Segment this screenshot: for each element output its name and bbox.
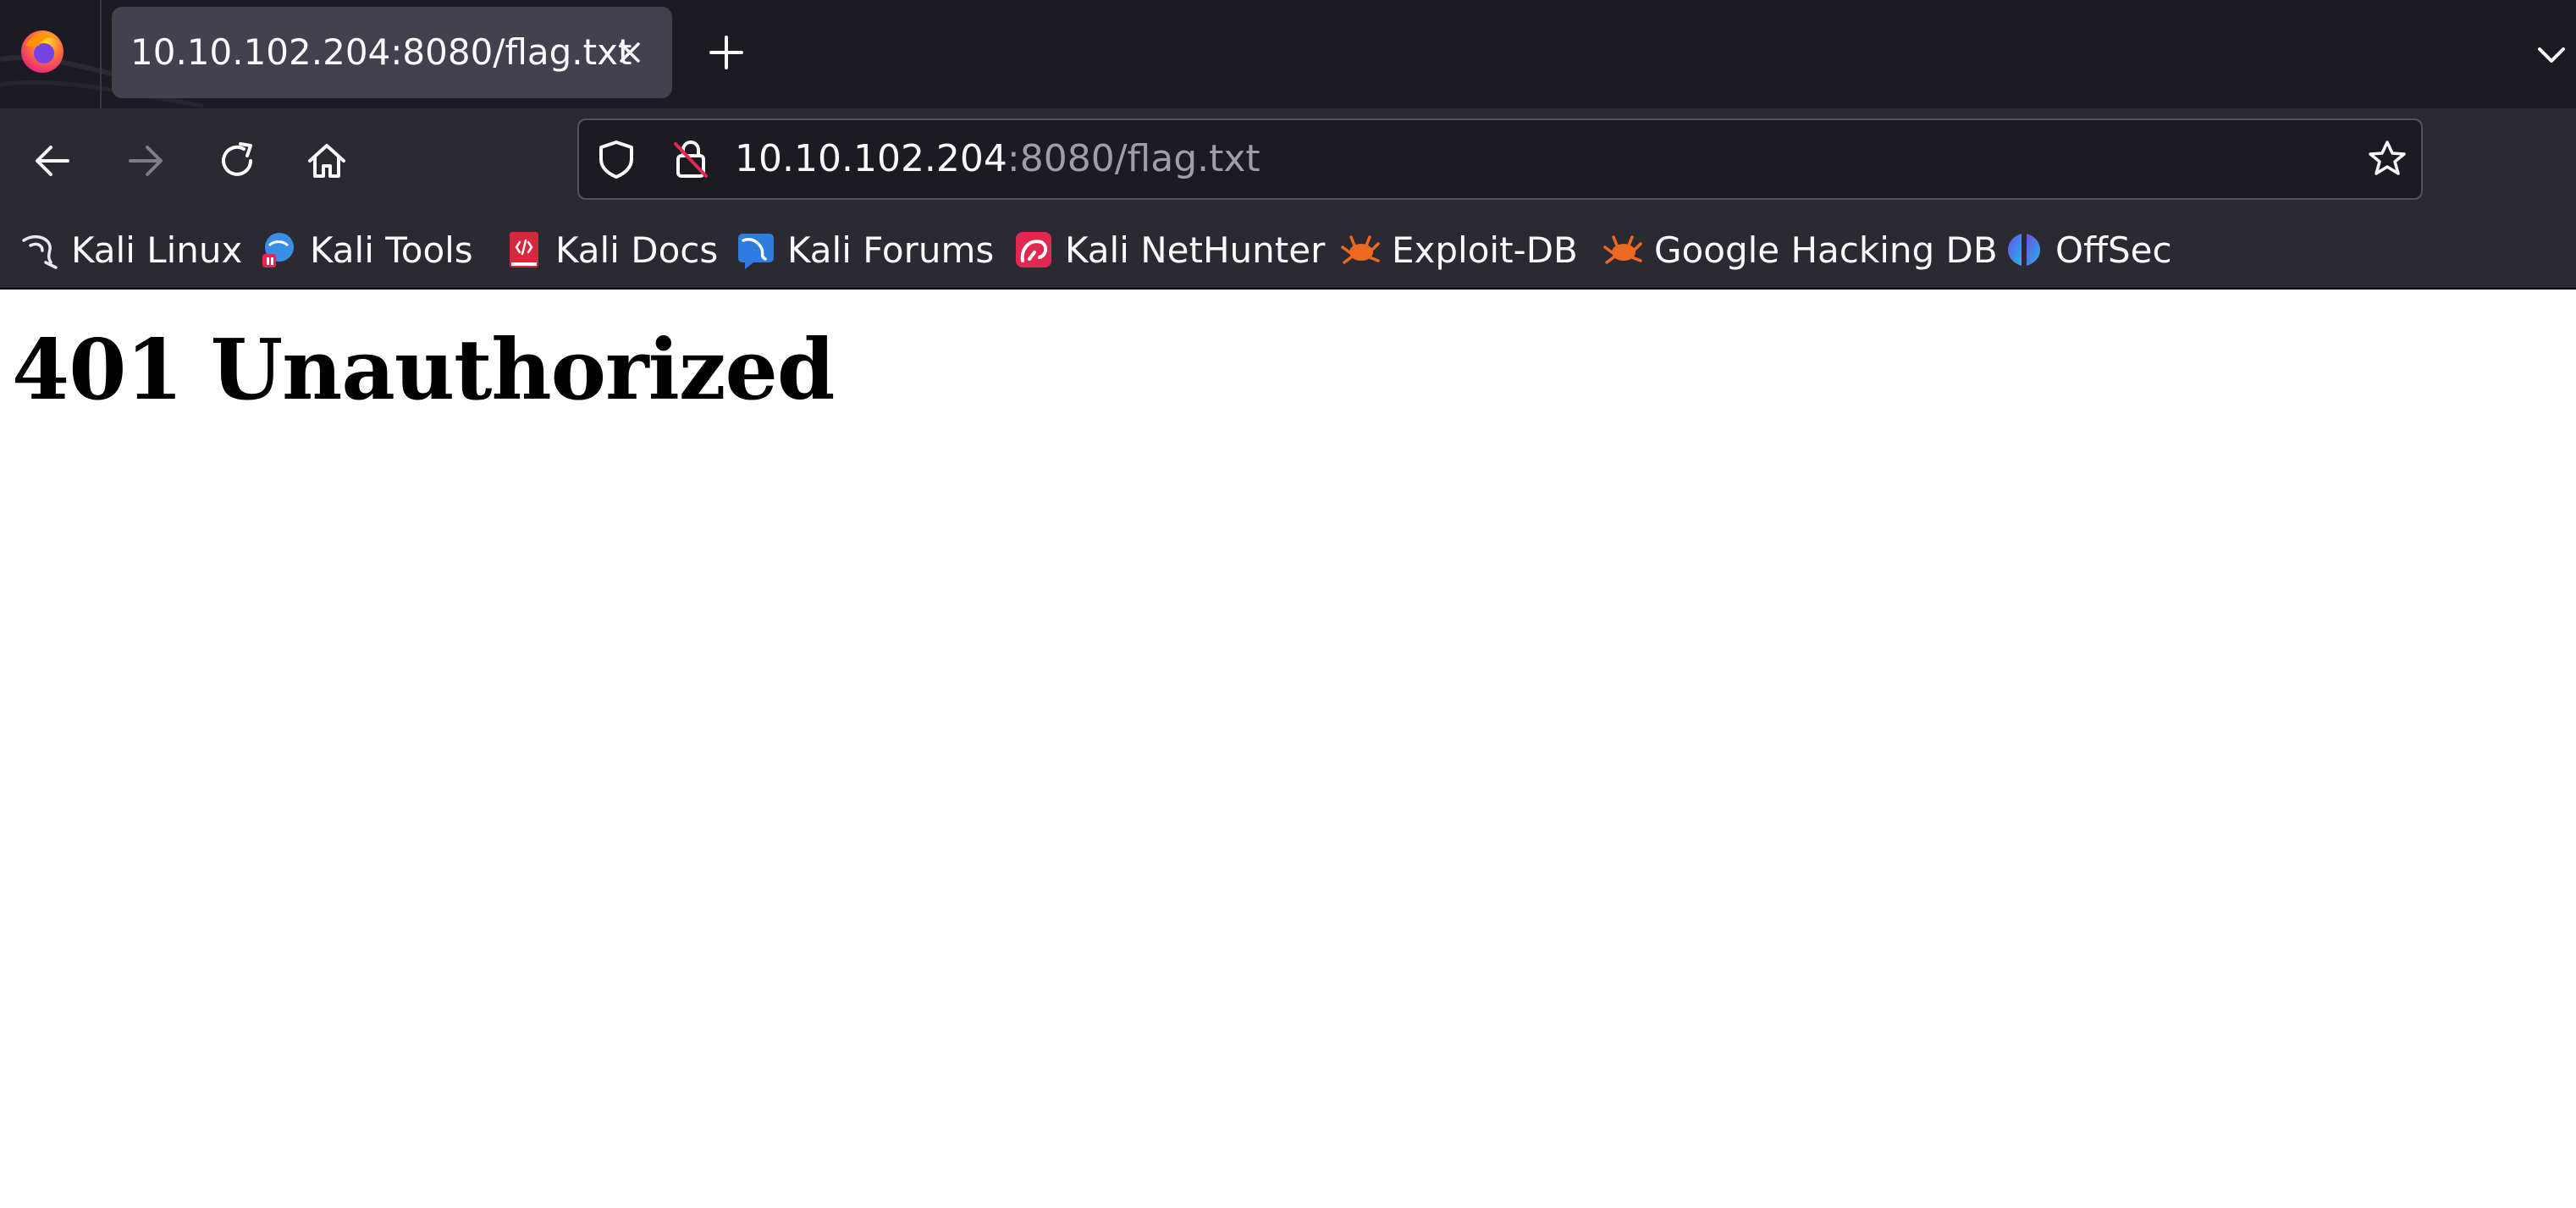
chevron-down-icon[interactable] — [2531, 34, 2572, 74]
close-icon[interactable] — [610, 32, 650, 73]
tab-separator — [100, 0, 102, 108]
tab-active[interactable]: 10.10.102.204:8080/flag.txt — [112, 7, 672, 98]
tab-title: 10.10.102.204:8080/flag.txt — [130, 31, 632, 73]
back-arrow-icon[interactable] — [29, 137, 76, 185]
bookmark-label: Exploit-DB — [1392, 229, 1578, 271]
bookmark-exploit-db[interactable]: Exploit-DB — [1341, 223, 1578, 276]
bookmark-kali-linux[interactable]: Kali Linux — [20, 223, 242, 276]
bookmark-offsec[interactable]: OffSec — [2005, 223, 2172, 276]
bookmark-label: Kali Forums — [787, 229, 995, 271]
nethunter-icon — [1016, 232, 1051, 268]
url-bar[interactable]: 10.10.102.204:8080/flag.txt — [577, 119, 2423, 200]
kali-docs-icon — [510, 232, 538, 268]
url-path: :8080/flag.txt — [1007, 137, 1260, 180]
page-content: 401 Unauthorized — [0, 290, 2576, 1208]
home-icon[interactable] — [303, 137, 350, 185]
bookmark-label: Google Hacking DB — [1654, 229, 1998, 271]
bookmark-label: Kali Tools — [310, 229, 473, 271]
forward-arrow-icon[interactable] — [122, 137, 169, 185]
bookmark-kali-tools[interactable]: Kali Tools — [259, 223, 473, 276]
bookmark-label: Kali Linux — [71, 229, 243, 271]
reload-icon[interactable] — [213, 137, 261, 185]
kali-dragon-icon — [22, 234, 58, 269]
page-heading: 401 Unauthorized — [12, 322, 835, 419]
bookmark-label: OffSec — [2055, 229, 2172, 271]
exploit-db-icon — [1603, 235, 1642, 264]
star-icon[interactable] — [2365, 137, 2409, 181]
bookmark-kali-nethunter[interactable]: Kali NetHunter — [1014, 223, 1325, 276]
lock-slash-icon[interactable] — [669, 137, 713, 181]
firefox-icon[interactable] — [19, 27, 66, 74]
url-text[interactable]: 10.10.102.204:8080/flag.txt — [735, 120, 1260, 198]
bookmark-kali-docs[interactable]: Kali Docs — [505, 223, 718, 276]
url-host: 10.10.102.204 — [735, 137, 1007, 180]
kali-tools-icon — [262, 233, 294, 268]
bookmark-google-hacking-db[interactable]: Google Hacking DB — [1603, 223, 1998, 276]
exploit-db-icon — [1341, 235, 1380, 264]
bookmarks-toolbar: Kali Linux Kali Tools Kali Docs Kali For… — [0, 212, 2576, 290]
plus-icon[interactable] — [704, 30, 748, 74]
navigation-toolbar: 10.10.102.204:8080/flag.txt — [0, 108, 2576, 212]
kali-forums-icon — [738, 234, 774, 269]
bookmark-label: Kali NetHunter — [1065, 229, 1326, 271]
offsec-icon — [2008, 234, 2040, 266]
shield-icon[interactable] — [594, 137, 638, 181]
bookmark-kali-forums[interactable]: Kali Forums — [736, 223, 994, 276]
tab-strip: 10.10.102.204:8080/flag.txt — [0, 0, 2576, 108]
bookmark-label: Kali Docs — [555, 229, 719, 271]
